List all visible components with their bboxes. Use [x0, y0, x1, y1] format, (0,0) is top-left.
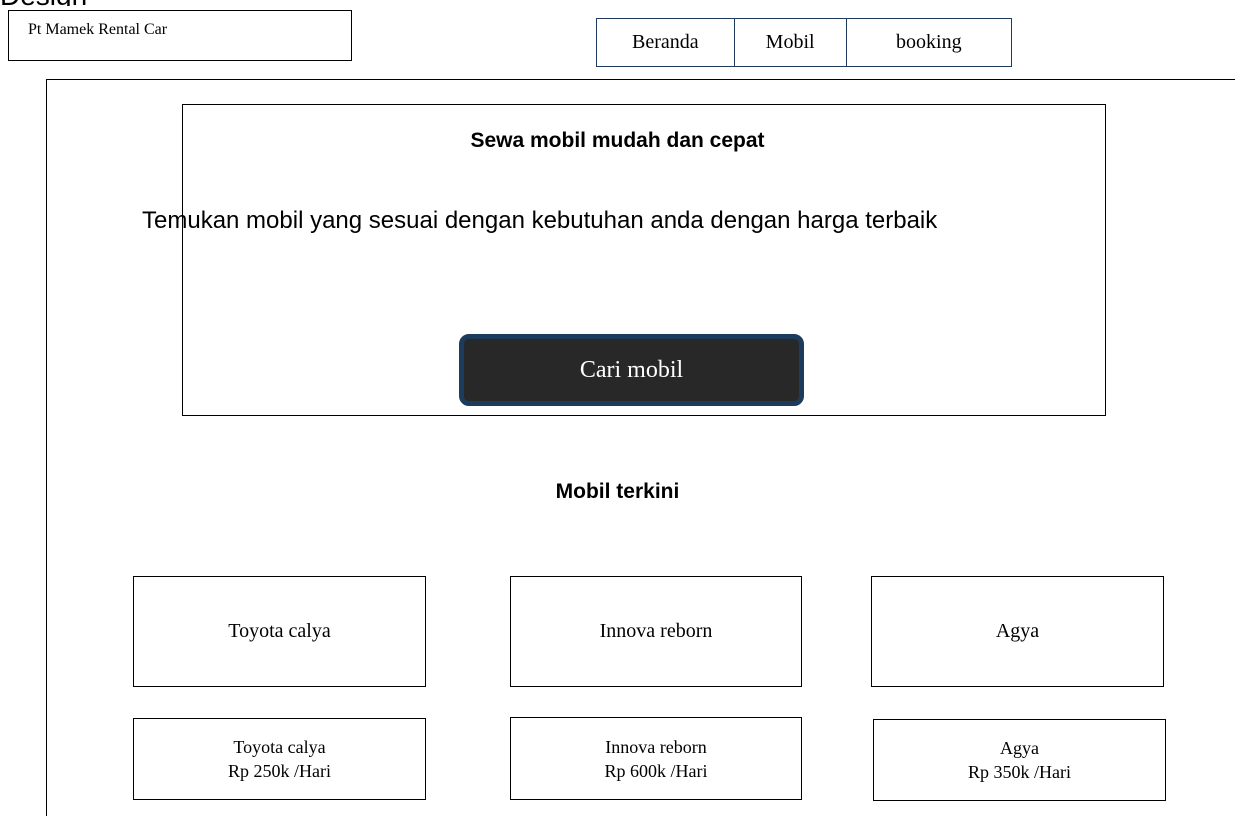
price-card-car-name: Toyota calya [233, 737, 326, 757]
clipped-heading-text: Design [0, 0, 140, 6]
price-card-price: Rp 350k /Hari [968, 762, 1071, 782]
brand-box: Pt Mamek Rental Car [8, 10, 352, 61]
price-card-agya[interactable]: Agya Rp 350k /Hari [873, 719, 1166, 801]
price-card-car-name: Agya [1000, 738, 1039, 758]
nav-item-booking[interactable]: booking [847, 19, 1011, 66]
price-card-toyota-calya[interactable]: Toyota calya Rp 250k /Hari [133, 718, 426, 800]
top-nav: Beranda Mobil booking [596, 18, 1012, 67]
content-frame-left-border [46, 79, 47, 816]
nav-item-beranda[interactable]: Beranda [597, 19, 735, 66]
nav-item-mobil[interactable]: Mobil [735, 19, 847, 66]
content-frame-top-border [46, 79, 1235, 80]
price-card-price: Rp 250k /Hari [228, 761, 331, 781]
hero-subtitle: Temukan mobil yang sesuai dengan kebutuh… [142, 207, 938, 234]
price-card-price: Rp 600k /Hari [604, 760, 708, 781]
car-card-innova-reborn[interactable]: Innova reborn [510, 576, 802, 687]
car-card-toyota-calya[interactable]: Toyota calya [133, 576, 426, 687]
price-card-innova-reborn[interactable]: Innova reborn Rp 600k /Hari [510, 717, 802, 800]
hero-title: Sewa mobil mudah dan cepat [470, 129, 765, 152]
search-car-button[interactable]: Cari mobil [459, 334, 804, 406]
car-card-agya[interactable]: Agya [871, 576, 1164, 687]
brand-name: Pt Mamek Rental Car [28, 21, 168, 38]
price-card-car-name: Innova reborn [605, 736, 707, 757]
section-title: Mobil terkini [555, 480, 680, 503]
